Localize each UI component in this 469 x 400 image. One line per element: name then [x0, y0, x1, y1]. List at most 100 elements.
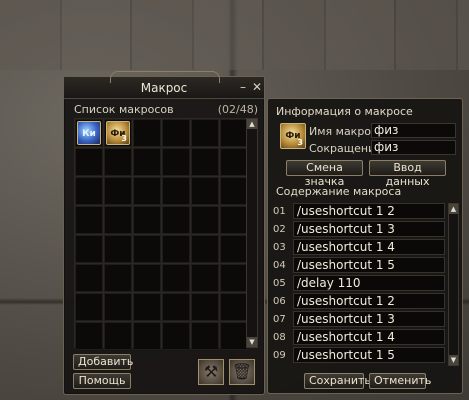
macro-slot[interactable]: [104, 235, 132, 263]
macro-content-list: 01/useshortcut 1 2 02/useshortcut 1 3 03…: [271, 203, 447, 366]
hammer-icon[interactable]: ⚒: [198, 359, 224, 385]
scroll-up-icon[interactable]: ▲: [247, 119, 257, 129]
macro-slot[interactable]: [220, 177, 248, 205]
trash-icon[interactable]: 🗑: [229, 359, 255, 385]
macro-short-input[interactable]: физ: [371, 140, 456, 155]
macro-line-input[interactable]: /useshortcut 1 3: [293, 221, 445, 237]
macro-slot[interactable]: [162, 235, 190, 263]
macro-slot[interactable]: Фи 3: [104, 119, 132, 147]
line-number: 03: [273, 242, 286, 253]
macro-slot[interactable]: [191, 322, 219, 350]
close-icon[interactable]: ✕: [251, 81, 263, 93]
macro-count: (02/48): [217, 103, 258, 116]
macro-slot[interactable]: [220, 293, 248, 321]
macro-slot[interactable]: [191, 264, 219, 292]
macro-slot[interactable]: [162, 119, 190, 147]
macro-line-input[interactable]: /useshortcut 1 4: [293, 239, 445, 255]
macro-window-title: Макрос: [140, 81, 188, 95]
scroll-up-icon[interactable]: ▲: [449, 204, 458, 214]
macro-slot[interactable]: [220, 322, 248, 350]
macro-slot[interactable]: [75, 206, 103, 234]
macro-list-label: Список макросов: [74, 103, 174, 116]
macro-line: 09/useshortcut 1 5: [271, 347, 447, 364]
macro-name-input[interactable]: физ: [371, 123, 456, 138]
macro-slot[interactable]: [133, 206, 161, 234]
line-number: 02: [273, 224, 286, 235]
macro-line-input[interactable]: /useshortcut 1 2: [293, 203, 445, 219]
macro-slot[interactable]: [162, 322, 190, 350]
macro-slot[interactable]: [104, 148, 132, 176]
macro-slot[interactable]: [75, 293, 103, 321]
macro-ki-icon[interactable]: Ки: [77, 121, 101, 145]
macro-line: 01/useshortcut 1 2: [271, 203, 447, 220]
scroll-down-icon[interactable]: ▼: [449, 355, 458, 365]
macro-line-input[interactable]: /useshortcut 1 2: [293, 293, 445, 309]
macro-line-input[interactable]: /useshortcut 1 5: [293, 257, 445, 273]
line-number: 04: [273, 260, 286, 271]
add-macro-button[interactable]: Добавить: [73, 354, 133, 370]
macro-slot[interactable]: [162, 177, 190, 205]
macro-slot[interactable]: [191, 119, 219, 147]
macro-slot[interactable]: [191, 293, 219, 321]
macro-slot[interactable]: [133, 264, 161, 292]
scroll-down-icon[interactable]: ▼: [247, 337, 257, 347]
macro-slot[interactable]: [104, 177, 132, 205]
macro-slot[interactable]: [191, 235, 219, 263]
help-button[interactable]: Помощь: [73, 373, 131, 389]
macro-slot[interactable]: [220, 235, 248, 263]
line-number: 01: [273, 206, 286, 217]
macro-line: 05/delay 110: [271, 275, 447, 292]
macro-window-titlebar[interactable]: Макрос – ✕: [64, 71, 264, 99]
macro-slot[interactable]: [104, 264, 132, 292]
change-icon-button[interactable]: Смена значка: [286, 160, 363, 188]
macro-slot[interactable]: [191, 148, 219, 176]
macro-line-input[interactable]: /delay 110: [293, 275, 445, 291]
macro-slot[interactable]: [133, 235, 161, 263]
macro-slot[interactable]: [75, 235, 103, 263]
macro-line-input[interactable]: /useshortcut 1 3: [293, 311, 445, 327]
macro-slot[interactable]: [133, 293, 161, 321]
macro-line: 04/useshortcut 1 5: [271, 257, 447, 274]
line-number: 09: [273, 350, 286, 361]
macro-slot[interactable]: [133, 148, 161, 176]
macro-slot[interactable]: [104, 293, 132, 321]
macro-slot[interactable]: [75, 148, 103, 176]
macro-window: Макрос – ✕ Список макросов (02/48) Ки Фи…: [63, 71, 265, 395]
macro-slot[interactable]: [220, 119, 248, 147]
macro-slot[interactable]: [191, 206, 219, 234]
macro-slot[interactable]: Ки: [75, 119, 103, 147]
macro-slot[interactable]: [162, 206, 190, 234]
minimize-icon[interactable]: –: [237, 81, 249, 93]
macro-slot[interactable]: [162, 148, 190, 176]
macro-slot[interactable]: [220, 148, 248, 176]
macro-list-scrollbar[interactable]: ▲ ▼: [246, 118, 258, 348]
enter-data-button[interactable]: Ввод данных: [369, 160, 446, 188]
macro-line: 08/useshortcut 1 4: [271, 329, 447, 346]
macro-slot[interactable]: [104, 322, 132, 350]
cancel-button[interactable]: Отменить: [369, 373, 431, 389]
save-button[interactable]: Сохранить: [304, 373, 371, 389]
macro-content-scrollbar[interactable]: ▲ ▼: [448, 203, 459, 366]
macro-line: 02/useshortcut 1 3: [271, 221, 447, 238]
macro-slot[interactable]: [75, 322, 103, 350]
macro-slot[interactable]: [133, 119, 161, 147]
macro-slot[interactable]: [75, 177, 103, 205]
macro-line-input[interactable]: /useshortcut 1 4: [293, 329, 445, 345]
macro-icon-number: 3: [297, 138, 303, 147]
macro-line-input[interactable]: /useshortcut 1 5: [293, 347, 445, 363]
macro-slot[interactable]: [75, 264, 103, 292]
line-number: 06: [273, 296, 286, 307]
macro-slot[interactable]: [191, 177, 219, 205]
macro-line: 06/useshortcut 1 2: [271, 293, 447, 310]
selected-macro-icon[interactable]: Фи 3: [280, 123, 306, 149]
macro-slot[interactable]: [133, 322, 161, 350]
macro-slot[interactable]: [104, 206, 132, 234]
macro-fiz-icon[interactable]: Фи 3: [106, 121, 130, 145]
macro-slot[interactable]: [220, 264, 248, 292]
macro-slot[interactable]: [220, 206, 248, 234]
macro-slot[interactable]: [133, 177, 161, 205]
macro-content-title: Содержание макроса: [276, 185, 402, 198]
line-number: 08: [273, 332, 286, 343]
macro-slot[interactable]: [162, 264, 190, 292]
macro-slot[interactable]: [162, 293, 190, 321]
